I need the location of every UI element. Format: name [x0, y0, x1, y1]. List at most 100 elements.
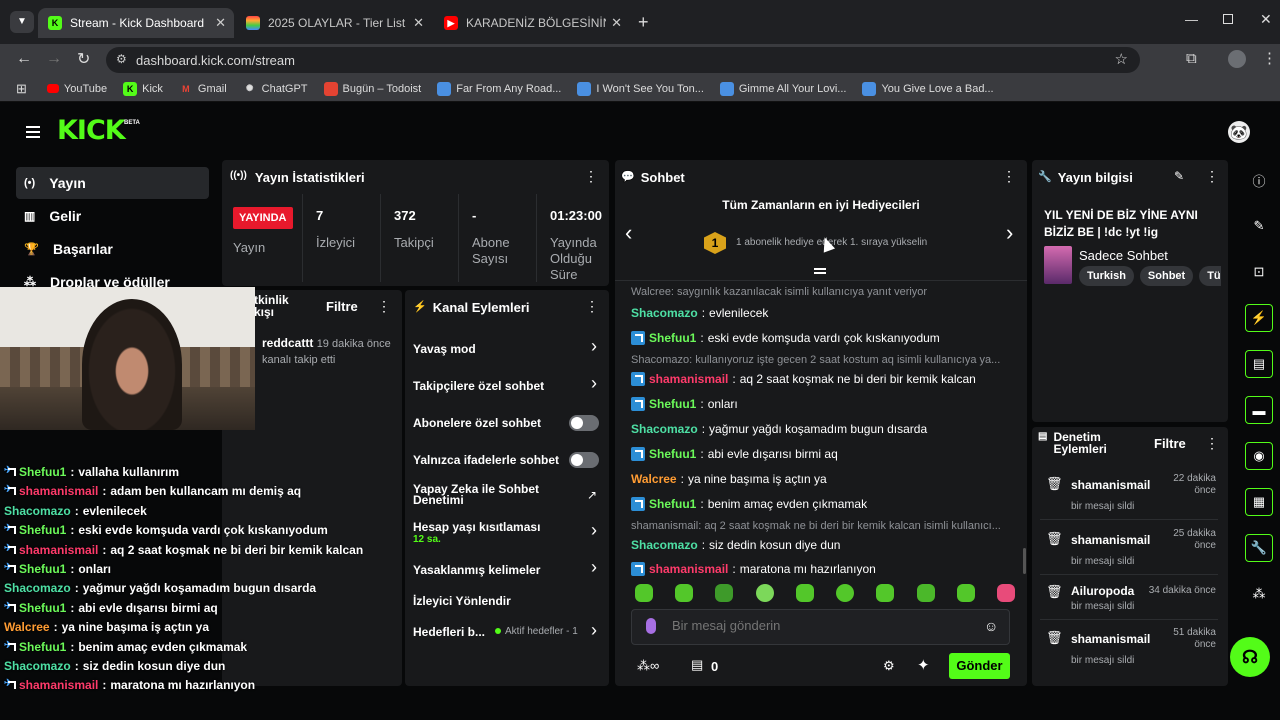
sidebar-item-basarilar[interactable]: 🏆 Başarılar — [16, 233, 209, 265]
url-field[interactable]: ⚙ dashboard.kick.com/stream ☆ — [106, 47, 1140, 73]
extensions-icon[interactable]: ⧉ — [1186, 50, 1197, 67]
chat-username[interactable]: Shacomazo — [631, 537, 698, 553]
gifters-prev-button[interactable]: ‹ — [625, 220, 632, 246]
browser-menu-icon[interactable]: ⋮ — [1262, 49, 1277, 67]
maximize-icon[interactable] — [1223, 14, 1233, 24]
action-slow-mode[interactable]: Yavaş mod › — [405, 334, 609, 362]
wrench-icon[interactable]: 🔧 — [1245, 534, 1273, 562]
action-raid[interactable]: İzleyici Yönlendir — [405, 587, 609, 615]
gifters-next-button[interactable]: › — [1006, 220, 1013, 246]
close-window-icon[interactable]: ✕ — [1260, 11, 1272, 28]
action-account-age[interactable]: Hesap yaşı kısıtlaması 12 sa. › — [405, 518, 609, 550]
chat-scrollbar[interactable] — [1023, 548, 1026, 574]
bookmark-song-2[interactable]: I Won't See You Ton... — [577, 81, 704, 96]
emote-icon[interactable] — [916, 584, 935, 602]
tab-search-button[interactable]: ▼ — [10, 11, 34, 33]
bookmark-gmail[interactable]: M Gmail — [179, 82, 226, 96]
capture-icon[interactable]: ⊡ — [1245, 258, 1273, 286]
lightning-icon[interactable]: ⚡ — [1245, 304, 1273, 332]
tab-tier-list[interactable]: 2025 OLAYLAR - Tier List | Kor S ✕ — [236, 8, 432, 38]
action-goals[interactable]: Hedefleri b... Aktif hedefler - 1 › — [405, 618, 609, 646]
action-ai-moderation[interactable]: Yapay Zeka ile Sohbet Denetimi ↗ — [405, 480, 609, 512]
site-info-icon[interactable]: ⚙ — [116, 52, 127, 66]
emoji-picker-icon[interactable]: ☺ — [984, 618, 998, 634]
store-icon[interactable]: ▤ — [691, 657, 703, 673]
channel-points-icon[interactable]: ⁂∞ — [637, 658, 659, 674]
panel-menu-icon[interactable]: ⋮ — [584, 168, 598, 185]
extensions-icon[interactable]: ⁂ — [1245, 580, 1273, 608]
edit-icon[interactable]: ✎ — [1245, 212, 1273, 240]
chat-username[interactable]: Walcree — [631, 471, 677, 487]
emote-icon[interactable] — [836, 584, 855, 602]
category-thumbnail[interactable] — [1044, 246, 1072, 284]
chat-username[interactable]: Shefuu1 — [649, 496, 696, 512]
microphone-icon[interactable] — [646, 618, 656, 634]
mod-shield-icon[interactable]: ✦ — [917, 656, 930, 674]
broadcast-icon[interactable]: ◉ — [1245, 442, 1273, 470]
bookmark-song-3[interactable]: Gimme All Your Lovi... — [719, 81, 846, 96]
support-chat-button[interactable]: ☊ — [1230, 637, 1270, 677]
action-followers-only[interactable]: Takipçilere özel sohbet › — [405, 371, 609, 399]
panel-menu-icon[interactable]: ⋮ — [585, 298, 599, 315]
emote-icon[interactable] — [755, 584, 774, 602]
close-tab-icon[interactable]: ✕ — [611, 15, 622, 31]
chat-username[interactable]: Shacomazo — [631, 305, 698, 321]
sidebar-item-gelir[interactable]: ▥ Gelir — [16, 200, 209, 232]
chat-username[interactable]: shamanismail — [649, 561, 728, 577]
tab-kick-dashboard[interactable]: K Stream - Kick Dashboard ✕ — [38, 8, 234, 38]
bookmark-chatgpt[interactable]: ✺ ChatGPT — [243, 82, 308, 96]
category-name[interactable]: Sadece Sohbet — [1079, 248, 1168, 263]
action-subscribers-only[interactable]: Abonelere özel sohbet — [405, 408, 609, 436]
chat-username[interactable]: Shefuu1 — [649, 396, 696, 412]
collapse-icon[interactable] — [814, 268, 826, 274]
action-emotes-only[interactable]: Yalnızca ifadelerle sohbet — [405, 445, 609, 473]
panel-menu-icon[interactable]: ⋮ — [377, 298, 391, 315]
user-avatar[interactable]: 🐼 — [1228, 121, 1250, 143]
tab-youtube[interactable]: ▶ KARADENİZ BÖLGESİNİN EN Ç ✕ — [434, 8, 630, 38]
new-tab-icon[interactable]: + — [638, 12, 649, 33]
chat-settings-icon[interactable]: ⚙ — [883, 658, 895, 674]
bookmark-youtube[interactable]: YouTube — [46, 83, 107, 95]
reload-icon[interactable]: ↻ — [77, 49, 90, 69]
mod-action-user[interactable]: Ailuropoda — [1071, 584, 1134, 598]
bookmark-kick[interactable]: K Kick — [123, 81, 163, 96]
mod-action-user[interactable]: shamanismail — [1071, 533, 1150, 547]
mod-filter-button[interactable]: Filtre — [1154, 436, 1186, 451]
tag[interactable]: Sohbet — [1139, 266, 1194, 286]
chat-username[interactable]: Shacomazo — [631, 421, 698, 437]
emote-icon[interactable] — [876, 584, 895, 602]
emote-icon[interactable] — [675, 584, 694, 602]
chat-username[interactable]: Shefuu1 — [649, 330, 696, 346]
profile-avatar[interactable] — [1228, 50, 1246, 68]
panel-menu-icon[interactable]: ⋮ — [1205, 168, 1219, 185]
forward-icon[interactable]: → — [46, 50, 62, 68]
close-tab-icon[interactable]: ✕ — [413, 15, 424, 31]
tag[interactable]: Turkish — [1079, 266, 1134, 286]
activity-filter-button[interactable]: Filtre — [326, 299, 358, 314]
chat-icon[interactable]: ▬ — [1245, 396, 1273, 424]
bookmark-song-1[interactable]: Far From Any Road... — [437, 81, 561, 96]
layout-icon[interactable]: ▦ — [1245, 488, 1273, 516]
apps-grid-icon[interactable]: ⊞ — [16, 81, 27, 97]
bookmark-song-4[interactable]: You Give Love a Bad... — [862, 81, 994, 96]
info-icon[interactable]: ⓘ — [1245, 166, 1273, 194]
action-banned-words[interactable]: Yasaklanmış kelimeler › — [405, 555, 609, 583]
close-tab-icon[interactable]: ✕ — [215, 15, 226, 31]
back-icon[interactable]: ← — [16, 50, 32, 68]
chat-message-field[interactable] — [672, 618, 972, 633]
emote-icon[interactable] — [996, 584, 1015, 602]
emote-icon[interactable] — [635, 584, 653, 602]
document-icon[interactable]: ▤ — [1245, 350, 1273, 378]
minimize-icon[interactable]: — — [1185, 12, 1198, 27]
edit-pencil-icon[interactable]: ✎ — [1174, 169, 1184, 183]
tag[interactable]: Türk — [1199, 266, 1221, 286]
send-button[interactable]: Gönder — [949, 653, 1010, 679]
mod-action-user[interactable]: shamanismail — [1071, 478, 1150, 492]
chat-input[interactable]: ☺ — [631, 609, 1010, 645]
emote-icon[interactable] — [956, 584, 975, 602]
subscribers-only-toggle[interactable] — [569, 415, 599, 431]
mod-action-user[interactable]: shamanismail — [1071, 632, 1150, 646]
emote-icon[interactable] — [795, 584, 814, 602]
kick-logo[interactable]: KICK — [57, 115, 126, 146]
panel-menu-icon[interactable]: ⋮ — [1002, 168, 1016, 185]
